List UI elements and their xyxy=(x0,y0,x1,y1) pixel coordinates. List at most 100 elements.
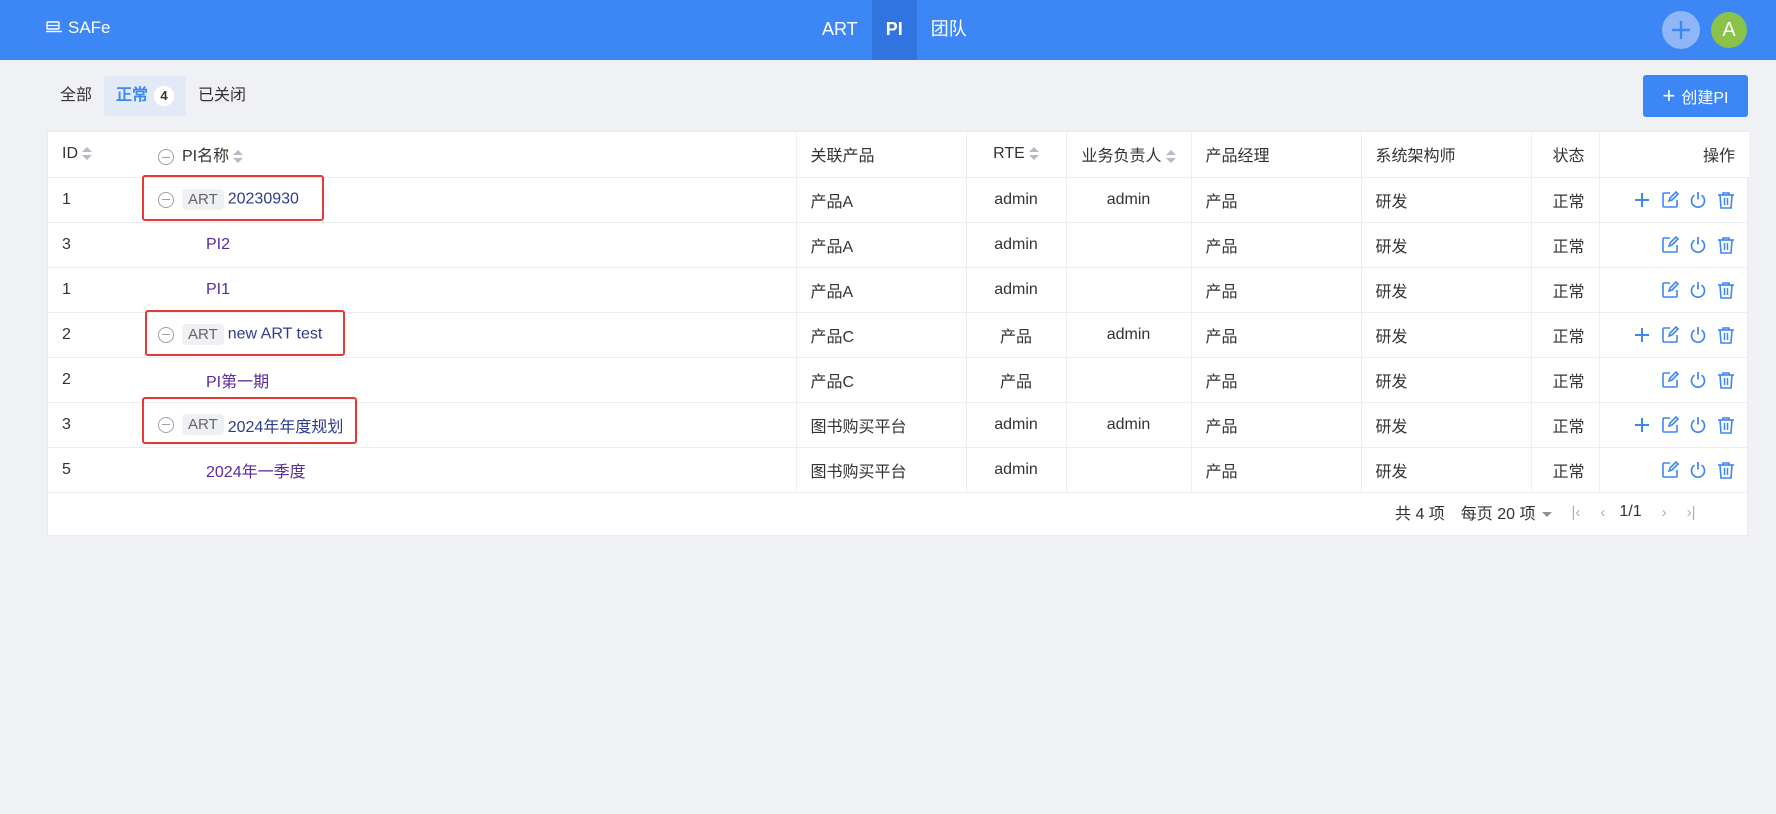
collapse-icon[interactable] xyxy=(158,326,174,343)
row-actions xyxy=(1614,460,1736,479)
sort-icon[interactable] xyxy=(82,147,92,161)
cell-status: 正常 xyxy=(1530,267,1599,313)
cell-actions xyxy=(1598,267,1749,313)
prev-page-icon[interactable]: ‹ xyxy=(1600,504,1605,521)
nav-team[interactable]: 团队 xyxy=(917,0,981,60)
tab-closed[interactable]: 已关闭 xyxy=(186,76,258,116)
col-actions: 操作 xyxy=(1598,132,1749,178)
sort-icon[interactable] xyxy=(1165,150,1176,164)
cell-actions xyxy=(1598,447,1749,493)
brand[interactable]: SAFe xyxy=(46,18,111,38)
row-actions xyxy=(1614,235,1736,254)
col-biz-owner[interactable]: 业务负责人 xyxy=(1065,132,1191,178)
edit-icon[interactable] xyxy=(1661,415,1679,434)
cell-biz-owner xyxy=(1065,222,1191,268)
cell-status: 正常 xyxy=(1530,402,1599,448)
trash-icon[interactable] xyxy=(1717,326,1735,344)
chevron-down-icon xyxy=(1541,512,1552,518)
cell-actions xyxy=(1598,357,1749,403)
trash-icon[interactable] xyxy=(1717,236,1735,254)
edit-icon[interactable] xyxy=(1661,460,1679,479)
create-pi-button[interactable]: + 创建PI xyxy=(1643,75,1748,117)
cell-architect: 研发 xyxy=(1360,312,1531,358)
add-icon[interactable] xyxy=(1633,191,1651,209)
cell-status: 正常 xyxy=(1530,177,1599,223)
edit-icon[interactable] xyxy=(1661,370,1679,389)
power-icon[interactable] xyxy=(1689,326,1707,344)
art-name-link[interactable]: 2024年年度规划 xyxy=(228,419,344,436)
edit-icon[interactable] xyxy=(1661,325,1679,344)
nav-pi[interactable]: PI xyxy=(871,0,917,60)
table-row: 2 PI第一期 产品C 产品 产品 研发 正常 xyxy=(48,357,1749,403)
cell-actions xyxy=(1598,222,1749,268)
power-icon[interactable] xyxy=(1689,371,1707,389)
cell-id: 1 xyxy=(48,267,144,313)
add-icon[interactable] xyxy=(1633,416,1651,434)
col-id[interactable]: ID xyxy=(48,132,144,178)
tab-normal[interactable]: 正常 4 xyxy=(104,76,187,116)
tab-all-label: 全部 xyxy=(60,87,93,104)
power-icon[interactable] xyxy=(1689,281,1707,299)
add-icon[interactable] xyxy=(1633,326,1651,344)
power-icon[interactable] xyxy=(1689,461,1707,479)
top-bar: SAFe ART PI 团队 A xyxy=(0,0,1776,60)
pi-name-link[interactable]: PI第一期 xyxy=(158,374,269,391)
collapse-icon[interactable] xyxy=(158,416,174,433)
trash-icon[interactable] xyxy=(1717,461,1735,479)
cell-architect: 研发 xyxy=(1360,447,1531,493)
page-indicator: 1/1 xyxy=(1619,503,1642,520)
art-name-link[interactable]: new ART test xyxy=(228,326,323,343)
cell-product: 产品C xyxy=(795,312,966,358)
sort-icon[interactable] xyxy=(1028,147,1039,161)
cell-actions xyxy=(1598,177,1749,223)
edit-icon[interactable] xyxy=(1661,235,1679,254)
tab-all[interactable]: 全部 xyxy=(48,76,104,116)
next-page-icon[interactable]: › xyxy=(1662,504,1667,521)
cell-architect: 研发 xyxy=(1360,177,1531,223)
cell-pm: 产品 xyxy=(1190,447,1361,493)
cell-status: 正常 xyxy=(1530,447,1599,493)
sort-icon[interactable] xyxy=(233,150,244,164)
power-icon[interactable] xyxy=(1689,416,1707,434)
trash-icon[interactable] xyxy=(1717,191,1735,209)
cell-rte: admin xyxy=(965,447,1066,493)
power-icon[interactable] xyxy=(1689,236,1707,254)
trash-icon[interactable] xyxy=(1717,281,1735,299)
cell-biz-owner xyxy=(1065,447,1191,493)
add-icon[interactable] xyxy=(1662,11,1700,49)
collapse-icon[interactable] xyxy=(158,191,174,208)
status-tabs: 全部 正常 4 已关闭 xyxy=(48,76,258,116)
pi-name-link[interactable]: PI1 xyxy=(158,281,230,298)
col-name[interactable]: PI名称 xyxy=(144,132,796,178)
edit-icon[interactable] xyxy=(1661,190,1679,209)
table-row: 3 PI2 产品A admin 产品 研发 正常 xyxy=(48,222,1749,268)
edit-icon[interactable] xyxy=(1661,280,1679,299)
cell-name: PI1 xyxy=(144,267,796,313)
cell-rte: admin xyxy=(965,177,1066,223)
cell-name: PI2 xyxy=(144,222,796,268)
row-actions xyxy=(1614,190,1736,209)
row-actions xyxy=(1614,325,1736,344)
plus-icon: + xyxy=(1662,83,1676,108)
cell-name: 2024年一季度 xyxy=(144,447,796,493)
first-page-icon[interactable]: |‹ xyxy=(1572,504,1581,521)
brand-name: SAFe xyxy=(68,18,111,37)
cell-id: 3 xyxy=(48,402,144,448)
cell-architect: 研发 xyxy=(1360,222,1531,268)
avatar[interactable]: A xyxy=(1711,12,1747,48)
col-rte[interactable]: RTE xyxy=(965,132,1066,178)
cell-pm: 产品 xyxy=(1190,177,1361,223)
art-name-link[interactable]: 20230930 xyxy=(228,191,299,208)
nav-art[interactable]: ART xyxy=(808,0,872,60)
cell-rte: admin xyxy=(965,222,1066,268)
page-size-select[interactable]: 每页 20 项 xyxy=(1461,500,1552,524)
pi-name-link[interactable]: 2024年一季度 xyxy=(158,464,306,481)
power-icon[interactable] xyxy=(1689,191,1707,209)
cell-architect: 研发 xyxy=(1360,267,1531,313)
last-page-icon[interactable]: ›| xyxy=(1687,504,1696,521)
collapse-all-icon[interactable] xyxy=(158,149,174,166)
pi-name-link[interactable]: PI2 xyxy=(158,236,230,253)
trash-icon[interactable] xyxy=(1717,371,1735,389)
trash-icon[interactable] xyxy=(1717,416,1735,434)
tab-normal-label: 正常 xyxy=(116,87,149,104)
